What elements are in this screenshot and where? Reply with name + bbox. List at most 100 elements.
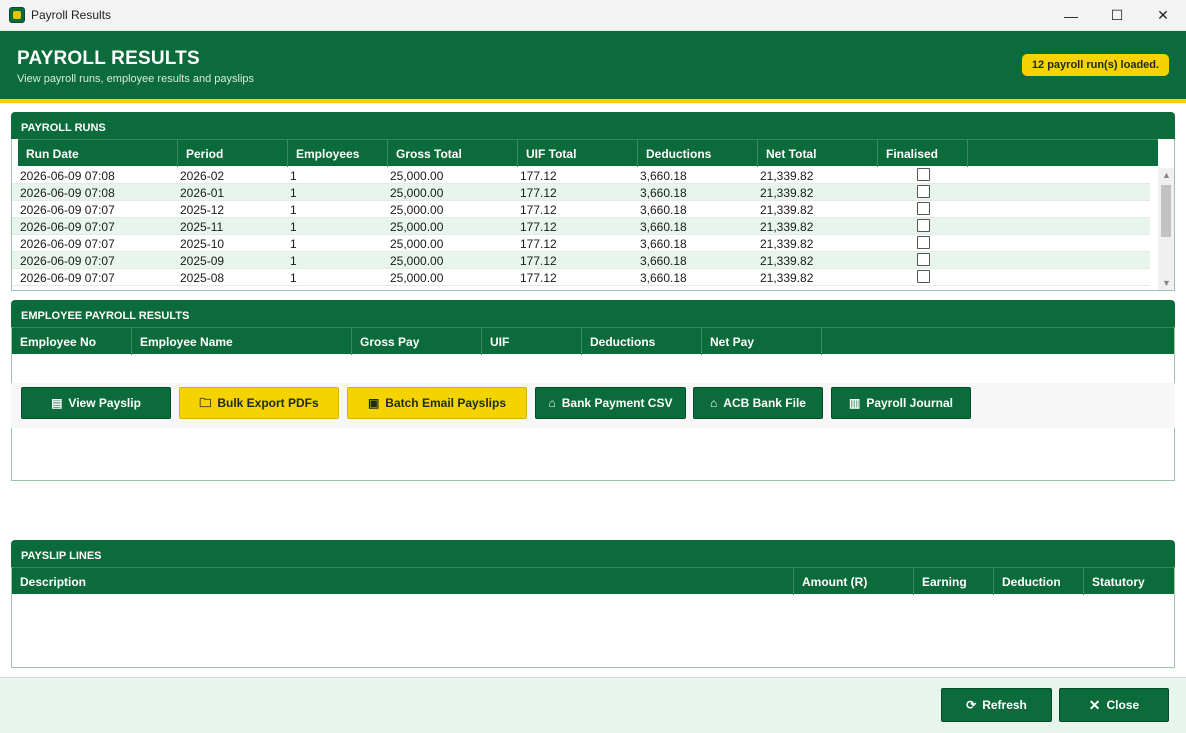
payslip-lines-grid[interactable]: Description Amount (R) Earning Deduction… [11,567,1175,668]
col-employees[interactable]: Employees [288,140,388,167]
finalised-checkbox[interactable] [917,202,930,215]
close-icon: ✕ [1088,697,1101,713]
finalised-checkbox[interactable] [917,168,930,181]
run-uif: 177.12 [520,271,557,285]
batch-email-button[interactable]: ▣ Batch Email Payslips [347,387,527,419]
run-uif: 177.12 [520,254,557,268]
col-run-date[interactable]: Run Date [18,140,178,167]
col-deductions[interactable]: Deductions [582,328,702,355]
employee-results-header: Employee No Employee Name Gross Pay UIF … [12,327,1174,355]
finalised-checkbox[interactable] [917,185,930,198]
bank-icon: ⌂ [548,396,556,410]
bank-payment-csv-button[interactable]: ⌂ Bank Payment CSV [535,387,686,419]
run-date: 2026-06-09 07:07 [20,237,115,251]
run-employees: 1 [290,169,297,183]
refresh-button[interactable]: ⟳ Refresh [941,688,1052,722]
payslip-lines-heading: PAYSLIP LINES [11,540,1175,567]
run-gross: 25,000.00 [390,254,444,268]
payroll-journal-label: Payroll Journal [866,396,954,410]
table-row[interactable]: 2026-06-09 07:07 2025-10 1 25,000.00 177… [12,235,1150,252]
bank-icon: ⌂ [710,396,718,410]
col-uif[interactable]: UIF [482,328,582,355]
run-gross: 25,000.00 [390,220,444,234]
scroll-thumb[interactable] [1161,185,1171,237]
maximize-icon[interactable]: ☐ [1094,0,1140,31]
run-gross: 25,000.00 [390,186,444,200]
table-row[interactable]: 2026-06-09 07:07 2025-09 1 25,000.00 177… [12,252,1150,269]
run-deductions: 3,660.18 [640,220,687,234]
table-row[interactable]: 2026-06-09 07:07 2025-12 1 25,000.00 177… [12,201,1150,218]
table-row[interactable]: 2026-06-09 07:08 2026-02 1 25,000.00 177… [12,167,1150,184]
run-uif: 177.12 [520,169,557,183]
col-gross-total[interactable]: Gross Total [388,140,518,167]
run-net: 21,339.82 [760,186,814,200]
col-uif-total[interactable]: UIF Total [518,140,638,167]
run-date: 2026-06-09 07:07 [20,254,115,268]
run-employees: 1 [290,271,297,285]
col-deductions[interactable]: Deductions [638,140,758,167]
finalised-checkbox[interactable] [917,219,930,232]
scroll-up-icon[interactable]: ▲ [1162,170,1171,180]
col-description[interactable]: Description [12,568,794,595]
minimize-icon[interactable]: — [1048,0,1094,31]
run-deductions: 3,660.18 [640,186,687,200]
batch-email-label: Batch Email Payslips [385,396,507,410]
payslip-lines-header: Description Amount (R) Earning Deduction… [12,567,1174,595]
run-net: 21,339.82 [760,169,814,183]
run-period: 2025-10 [180,237,225,251]
scroll-down-icon[interactable]: ▼ [1162,278,1171,288]
col-finalised[interactable]: Finalised [878,140,968,167]
col-gross-pay[interactable]: Gross Pay [352,328,482,355]
close-button[interactable]: ✕ Close [1059,688,1169,722]
close-window-icon[interactable]: ✕ [1140,0,1186,31]
run-net: 21,339.82 [760,271,814,285]
col-statutory[interactable]: Statutory [1084,568,1174,595]
col-period[interactable]: Period [178,140,288,167]
view-payslip-button[interactable]: ▤ View Payslip [21,387,171,419]
run-employees: 1 [290,254,297,268]
window-title: Payroll Results [31,8,112,22]
view-payslip-label: View Payslip [68,396,141,410]
run-employees: 1 [290,237,297,251]
col-amount[interactable]: Amount (R) [794,568,914,595]
run-period: 2026-01 [180,186,225,200]
finalised-checkbox[interactable] [917,253,930,266]
run-uif: 177.12 [520,203,557,217]
finalised-checkbox[interactable] [917,236,930,249]
run-uif: 177.12 [520,237,557,251]
table-row[interactable]: 2026-06-09 07:07 2025-08 1 25,000.00 177… [12,269,1150,286]
run-period: 2025-09 [180,254,225,268]
table-row[interactable]: 2026-06-09 07:08 2026-01 1 25,000.00 177… [12,184,1150,201]
run-deductions: 3,660.18 [640,169,687,183]
bulk-export-button[interactable]: 🗀 Bulk Export PDFs [179,387,339,419]
col-net-total[interactable]: Net Total [758,140,878,167]
acb-bank-file-button[interactable]: ⌂ ACB Bank File [693,387,823,419]
page-subtitle: View payroll runs, employee results and … [17,73,255,85]
run-date: 2026-06-09 07:07 [20,220,115,234]
finalised-checkbox[interactable] [917,270,930,283]
col-employee-no[interactable]: Employee No [12,328,132,355]
run-gross: 25,000.00 [390,203,444,217]
run-employees: 1 [290,220,297,234]
bulk-export-label: Bulk Export PDFs [217,396,319,410]
col-net-pay[interactable]: Net Pay [702,328,822,355]
col-deduction[interactable]: Deduction [994,568,1084,595]
payroll-journal-button[interactable]: ▥ Payroll Journal [831,387,971,419]
run-employees: 1 [290,203,297,217]
payroll-runs-grid[interactable]: Run Date Period Employees Gross Total UI… [11,139,1175,291]
folder-icon: 🗀 [199,396,212,410]
employee-results-heading: EMPLOYEE PAYROLL RESULTS [11,300,1175,327]
table-row[interactable]: 2026-06-09 07:07 2025-11 1 25,000.00 177… [12,218,1150,235]
acb-bank-file-label: ACB Bank File [723,396,806,410]
col-employee-name[interactable]: Employee Name [132,328,352,355]
run-net: 21,339.82 [760,220,814,234]
refresh-icon: ⟳ [966,698,977,712]
run-period: 2025-11 [180,220,224,234]
payroll-runs-header: Run Date Period Employees Gross Total UI… [18,139,1158,167]
run-uif: 177.12 [520,186,557,200]
run-net: 21,339.82 [760,254,814,268]
payroll-runs-scrollbar[interactable]: ▲ ▼ [1158,168,1174,290]
col-earning[interactable]: Earning [914,568,994,595]
run-deductions: 3,660.18 [640,203,687,217]
journal-icon: ▥ [848,396,861,410]
